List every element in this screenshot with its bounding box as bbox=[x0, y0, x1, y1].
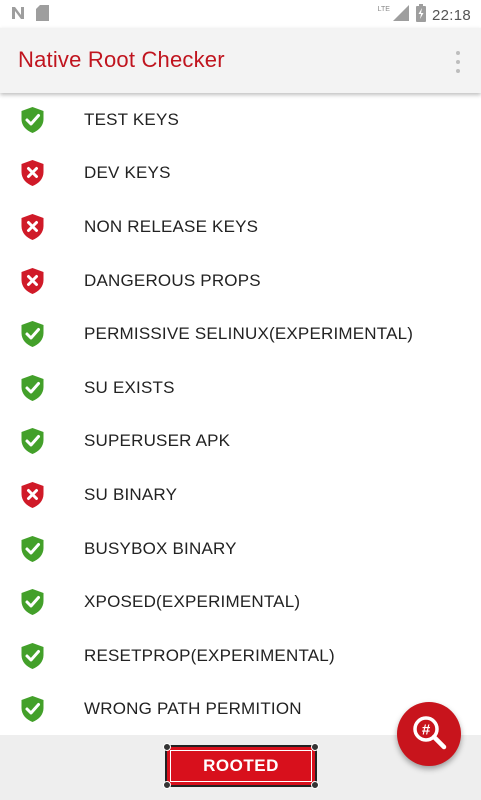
shield-check-icon bbox=[20, 374, 45, 402]
check-label: RESETPROP(EXPERIMENTAL) bbox=[84, 645, 335, 665]
check-row: SU EXISTS bbox=[0, 361, 481, 415]
check-row: BUSYBOX BINARY bbox=[0, 522, 481, 576]
network-type: LTE bbox=[377, 6, 390, 13]
check-row: SUPERUSER APK bbox=[0, 415, 481, 469]
check-label: BUSYBOX BINARY bbox=[84, 538, 237, 558]
app-toolbar: Native Root Checker bbox=[0, 28, 481, 93]
rooted-status-button[interactable]: ROOTED bbox=[163, 743, 319, 789]
check-row: TEST KEYS bbox=[0, 93, 481, 147]
sd-card-icon bbox=[36, 5, 49, 26]
status-time: 22:18 bbox=[431, 7, 471, 24]
n-logo-icon bbox=[10, 5, 26, 26]
check-row: NON RELEASE KEYS bbox=[0, 200, 481, 254]
svg-text:#: # bbox=[422, 721, 431, 738]
overflow-menu-icon[interactable] bbox=[455, 51, 461, 73]
corner-rivet bbox=[163, 743, 171, 751]
check-label: NON RELEASE KEYS bbox=[84, 216, 259, 236]
shield-check-icon bbox=[20, 320, 45, 348]
check-row: RESETPROP(EXPERIMENTAL) bbox=[0, 629, 481, 683]
check-label: XPOSED(EXPERIMENTAL) bbox=[84, 592, 301, 612]
check-label: SUPERUSER APK bbox=[84, 431, 231, 451]
corner-rivet bbox=[163, 781, 171, 789]
signal-icon bbox=[392, 4, 410, 27]
check-label: DANGEROUS PROPS bbox=[84, 270, 261, 290]
shield-x-icon bbox=[20, 159, 45, 187]
corner-rivet bbox=[311, 743, 319, 751]
corner-rivet bbox=[311, 781, 319, 789]
shield-check-icon bbox=[20, 588, 45, 616]
check-row: XPOSED(EXPERIMENTAL) bbox=[0, 575, 481, 629]
shield-check-icon bbox=[20, 642, 45, 670]
shield-check-icon bbox=[20, 427, 45, 455]
status-bar: LTE 22:18 bbox=[0, 0, 481, 28]
check-row: PERMISSIVE SELINUX(EXPERIMENTAL) bbox=[0, 307, 481, 361]
check-label: TEST KEYS bbox=[84, 109, 180, 129]
check-row: DANGEROUS PROPS bbox=[0, 254, 481, 308]
shield-x-icon bbox=[20, 481, 45, 509]
shield-x-icon bbox=[20, 267, 45, 295]
root-search-button[interactable]: # bbox=[397, 702, 461, 766]
shield-check-icon bbox=[20, 106, 45, 134]
shield-check-icon bbox=[20, 535, 45, 563]
check-row: SU BINARY bbox=[0, 468, 481, 522]
check-label: DEV KEYS bbox=[84, 163, 171, 183]
check-label: SU EXISTS bbox=[84, 377, 175, 397]
app-title: Native Root Checker bbox=[18, 47, 225, 72]
battery-icon bbox=[415, 4, 426, 27]
check-list: TEST KEYS DEV KEYS NON RELEASE KEYS DANG… bbox=[0, 93, 481, 736]
shield-x-icon bbox=[20, 213, 45, 241]
check-label: WRONG PATH PERMITION bbox=[84, 699, 302, 719]
check-label: SU BINARY bbox=[84, 484, 178, 504]
rooted-label: ROOTED bbox=[203, 756, 279, 775]
shield-check-icon bbox=[20, 695, 45, 723]
root-search-icon: # bbox=[409, 712, 449, 757]
check-row: DEV KEYS bbox=[0, 147, 481, 201]
check-label: PERMISSIVE SELINUX(EXPERIMENTAL) bbox=[84, 324, 414, 344]
